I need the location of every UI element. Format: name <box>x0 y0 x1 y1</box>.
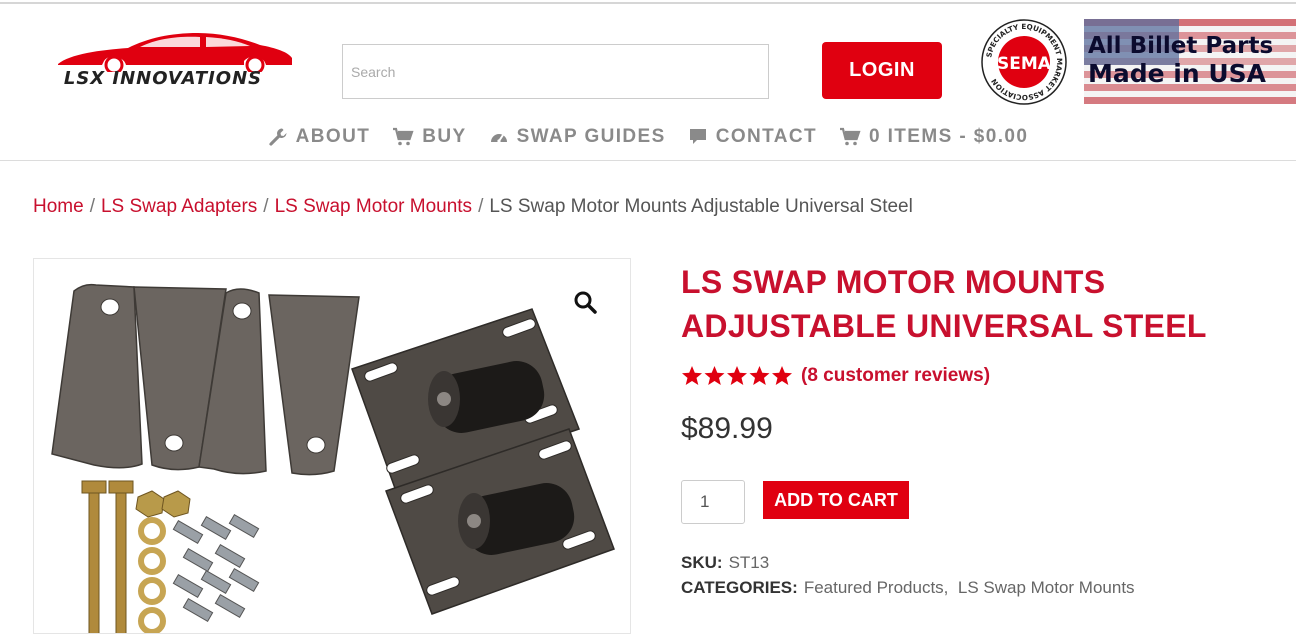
cart-icon <box>393 127 414 146</box>
nav-about-label: ABOUT <box>295 126 371 147</box>
nav-buy[interactable]: BUY <box>392 126 466 148</box>
product-rating: (8 customer reviews) <box>681 365 990 387</box>
sku-value: ST13 <box>728 553 770 572</box>
nav-swap-guides[interactable]: SWAP GUIDES <box>489 126 666 148</box>
made-in-usa-banner: All Billet Parts Made in USA <box>1084 19 1296 104</box>
nav-cart-label: 0 ITEMS - $0.00 <box>868 126 1029 147</box>
breadcrumb-current: LS Swap Motor Mounts Adjustable Universa… <box>489 196 913 217</box>
sema-abbr: SEMA <box>997 54 1052 74</box>
rating-stars <box>681 365 793 387</box>
breadcrumb-separator: / <box>478 196 484 217</box>
top-border <box>0 2 1296 4</box>
nav-about[interactable]: ABOUT <box>268 126 371 148</box>
cart-icon <box>839 127 861 146</box>
breadcrumb-home[interactable]: Home <box>33 196 84 217</box>
chat-icon <box>689 129 706 144</box>
breadcrumb: Home / LS Swap Adapters / LS Swap Motor Moun… <box>33 196 913 218</box>
sku-label: SKU: <box>681 553 723 572</box>
breadcrumb-separator: / <box>263 196 269 217</box>
sema-badge[interactable]: SPECIALTY EQUIPMENT MARKET ASSOCIATION S… <box>980 18 1068 106</box>
nav-contact[interactable]: CONTACT <box>688 126 817 148</box>
usa-banner-line2: Made in USA <box>1088 59 1267 88</box>
site-logo[interactable]: LSX INNOVATIONS <box>30 28 295 94</box>
zoom-button[interactable] <box>562 284 608 320</box>
magnifier-icon <box>574 291 597 314</box>
search-input[interactable] <box>342 44 769 99</box>
product-sku: SKU: ST13 <box>681 553 769 573</box>
main-nav: ABOUT BUY SWAP GUIDES CONTACT 0 ITEMS - … <box>0 122 1296 152</box>
breadcrumb-ls-swap-adapters[interactable]: LS Swap Adapters <box>101 196 257 217</box>
wrench-icon <box>269 128 287 146</box>
breadcrumb-separator: / <box>89 196 95 217</box>
quantity-input[interactable] <box>681 480 745 524</box>
customer-reviews-link[interactable]: (8 customer reviews) <box>801 365 990 387</box>
product-title: LS SWAP MOTOR MOUNTS ADJUSTABLE UNIVERSA… <box>681 264 1207 344</box>
product-categories: CATEGORIES: Featured Products, LS Swap Mo… <box>681 578 1135 598</box>
nav-divider <box>0 160 1296 161</box>
categories-label: CATEGORIES: <box>681 578 798 597</box>
nav-swap-guides-label: SWAP GUIDES <box>516 126 666 147</box>
nav-buy-label: BUY <box>422 126 467 147</box>
gauge-icon <box>490 134 507 143</box>
usa-banner-line1: All Billet Parts <box>1088 33 1274 59</box>
nav-cart[interactable]: 0 ITEMS - $0.00 <box>839 126 1028 148</box>
nav-contact-label: CONTACT <box>715 126 817 147</box>
product-price: $89.99 <box>681 412 773 445</box>
login-button[interactable]: LOGIN <box>822 42 942 99</box>
category-link-featured-products[interactable]: Featured Products <box>804 578 944 597</box>
category-link-ls-swap-motor-mounts[interactable]: LS Swap Motor Mounts <box>958 578 1135 597</box>
product-image[interactable] <box>33 258 631 634</box>
add-to-cart-button[interactable]: ADD TO CART <box>763 481 909 519</box>
logo-text: LSX INNOVATIONS <box>63 68 263 89</box>
breadcrumb-ls-swap-motor-mounts[interactable]: LS Swap Motor Mounts <box>275 196 472 217</box>
sema-logo-icon: SPECIALTY EQUIPMENT MARKET ASSOCIATION S… <box>981 19 1067 105</box>
category-separator: , <box>943 578 949 597</box>
star-icon <box>682 366 792 385</box>
motor-mounts-photo <box>51 283 615 633</box>
car-silhouette-icon <box>58 33 292 72</box>
